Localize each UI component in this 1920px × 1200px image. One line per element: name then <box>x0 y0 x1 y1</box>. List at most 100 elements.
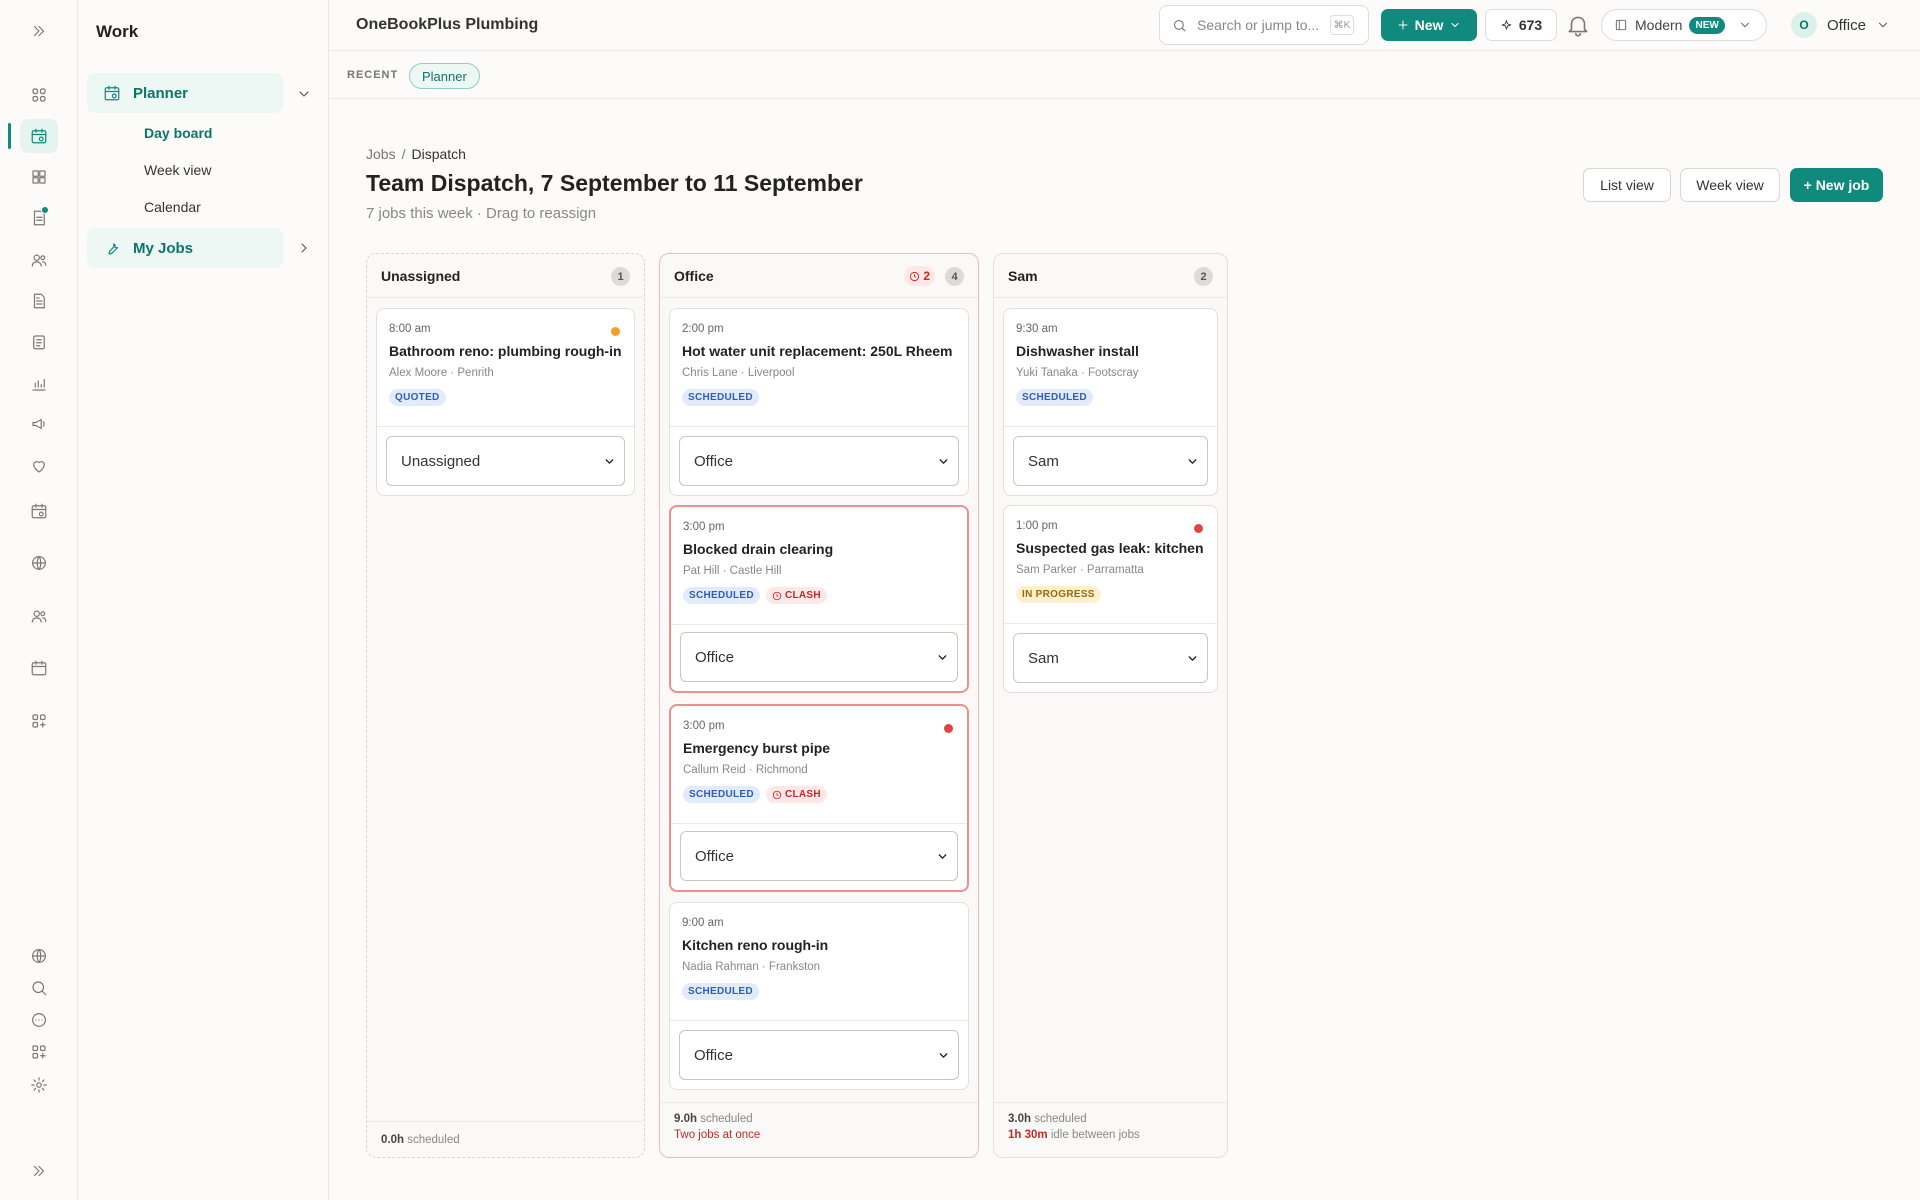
shortcut-hint: ⌘K <box>1330 15 1354 35</box>
new-badge: NEW <box>1689 16 1725 34</box>
scheduled-label: scheduled <box>700 1113 753 1125</box>
job-card[interactable]: 9:30 am Dishwasher install Yuki Tanaka ·… <box>1003 308 1218 496</box>
job-meta: Chris Lane · Liverpool <box>682 367 795 379</box>
column-office[interactable]: Office 2 4 2:00 pm Hot water unit replac… <box>659 253 979 1158</box>
collapse-icon[interactable] <box>20 1154 58 1188</box>
breadcrumb-dispatch: Dispatch <box>411 146 466 162</box>
chevron-down-icon <box>1878 22 1887 28</box>
assignee-value: Office <box>695 847 734 865</box>
chevron-right-icon[interactable] <box>296 240 312 256</box>
assignee-select[interactable]: Sam <box>1013 436 1208 486</box>
nav-item-week-view[interactable]: Week view <box>144 162 211 178</box>
assignee-select[interactable]: Sam <box>1013 633 1208 683</box>
assignee-select[interactable]: Office <box>680 831 958 881</box>
nav-item-day-board[interactable]: Day board <box>144 125 212 141</box>
assignee-value: Office <box>694 1046 733 1064</box>
search-input[interactable] <box>1197 17 1327 33</box>
idle-label: idle between jobs <box>1050 1129 1140 1141</box>
job-meta: Alex Moore · Penrith <box>389 367 494 379</box>
calendar-icon <box>104 85 120 101</box>
user-menu[interactable]: O Office <box>1791 10 1890 40</box>
column-count: 4 <box>945 267 964 286</box>
column-sam[interactable]: Sam 2 9:30 am Dishwasher install Yuki Ta… <box>993 253 1228 1158</box>
file-icon[interactable] <box>20 284 58 318</box>
scheduled-label: scheduled <box>1034 1113 1087 1125</box>
icon-rail <box>0 0 78 1200</box>
assignee-select[interactable]: Office <box>680 632 958 682</box>
calendar-check-icon[interactable] <box>20 494 58 528</box>
job-card[interactable]: 9:00 am Kitchen reno rough-in Nadia Rahm… <box>669 902 969 1090</box>
chevron-down-icon[interactable] <box>296 86 312 102</box>
scheduled-hours: 9.0h <box>674 1113 698 1125</box>
status-badge: SCHEDULED <box>683 786 760 803</box>
notification-dot <box>41 206 49 214</box>
nav-group-planner[interactable]: Planner <box>87 73 283 113</box>
chevron-down-icon <box>939 1053 948 1058</box>
credits-counter[interactable]: 673 <box>1485 9 1557 41</box>
dashboard-icon[interactable] <box>20 78 58 112</box>
job-card[interactable]: 8:00 am Bathroom reno: plumbing rough-in… <box>376 308 635 496</box>
recent-chip-planner[interactable]: Planner <box>409 63 480 89</box>
job-card[interactable]: 3:00 pm Emergency burst pipe Callum Reid… <box>669 704 969 892</box>
status-badge: IN PROGRESS <box>1016 586 1101 603</box>
heart-icon[interactable] <box>20 449 58 483</box>
team-icon[interactable] <box>20 599 58 633</box>
list-view-button[interactable]: List view <box>1583 168 1671 202</box>
column-count: 2 <box>1194 267 1213 286</box>
nav-title: Work <box>96 22 139 41</box>
job-title: Suspected gas leak: kitchen <box>1016 540 1204 556</box>
status-badge: SCHEDULED <box>683 587 760 604</box>
job-meta: Pat Hill · Castle Hill <box>683 565 782 577</box>
clipboard-icon[interactable] <box>20 325 58 359</box>
column-unassigned[interactable]: Unassigned 1 8:00 am Bathroom reno: plum… <box>366 253 645 1158</box>
search-icon[interactable] <box>20 971 58 1005</box>
expand-icon[interactable] <box>20 14 58 48</box>
globe-icon[interactable] <box>20 939 58 973</box>
theme-switcher[interactable]: Modern NEW <box>1601 9 1767 41</box>
new-button-label: New <box>1414 17 1444 33</box>
job-time: 3:00 pm <box>683 720 725 732</box>
clash-badge: CLASH <box>765 786 827 803</box>
chat-icon[interactable] <box>20 1003 58 1037</box>
apps-icon[interactable] <box>20 1035 58 1069</box>
job-title: Dishwasher install <box>1016 343 1139 359</box>
globe-icon[interactable] <box>20 546 58 580</box>
chart-icon[interactable] <box>20 367 58 401</box>
column-header: Unassigned 1 <box>367 254 644 298</box>
search-box[interactable]: ⌘K <box>1159 5 1369 45</box>
bell-icon[interactable] <box>1564 11 1592 39</box>
settings-icon[interactable] <box>20 1068 58 1102</box>
breadcrumb-jobs[interactable]: Jobs <box>366 146 396 162</box>
document-icon[interactable] <box>20 201 58 235</box>
nav-item-calendar[interactable]: Calendar <box>144 199 201 215</box>
priority-dot <box>611 327 620 336</box>
new-job-button[interactable]: + New job <box>1790 168 1883 202</box>
job-card[interactable]: 1:00 pm Suspected gas leak: kitchen Sam … <box>1003 505 1218 693</box>
megaphone-icon[interactable] <box>20 407 58 441</box>
apps-add-icon[interactable] <box>20 704 58 738</box>
job-card[interactable]: 2:00 pm Hot water unit replacement: 250L… <box>669 308 969 496</box>
column-name: Sam <box>1008 267 1038 284</box>
wrench-icon <box>108 243 119 255</box>
plus-icon <box>1398 20 1408 30</box>
assignee-select[interactable]: Office <box>679 436 959 486</box>
users-icon[interactable] <box>20 243 58 277</box>
scheduled-hours: 0.0h <box>381 1134 405 1146</box>
assignee-value: Sam <box>1028 649 1059 667</box>
user-label: Office <box>1827 16 1866 34</box>
assignee-select[interactable]: Unassigned <box>386 436 625 486</box>
nav-group-my-jobs[interactable]: My Jobs <box>87 228 283 268</box>
job-card[interactable]: 3:00 pm Blocked drain clearing Pat Hill … <box>669 505 969 693</box>
assignee-select[interactable]: Office <box>679 1030 959 1080</box>
status-badge: QUOTED <box>389 389 446 406</box>
job-meta: Nadia Rahman · Frankston <box>682 961 821 973</box>
job-time: 2:00 pm <box>682 323 724 335</box>
new-button[interactable]: New <box>1381 9 1477 41</box>
week-view-button[interactable]: Week view <box>1680 168 1780 202</box>
calendar-alt-icon[interactable] <box>20 651 58 685</box>
clash-label: CLASH <box>784 590 821 601</box>
grid-icon[interactable] <box>20 160 58 194</box>
calendar-icon[interactable] <box>8 119 58 153</box>
nav-panel: Work Planner Day board Week view Calenda… <box>78 0 329 1200</box>
nav-group-label: Planner <box>133 84 189 102</box>
